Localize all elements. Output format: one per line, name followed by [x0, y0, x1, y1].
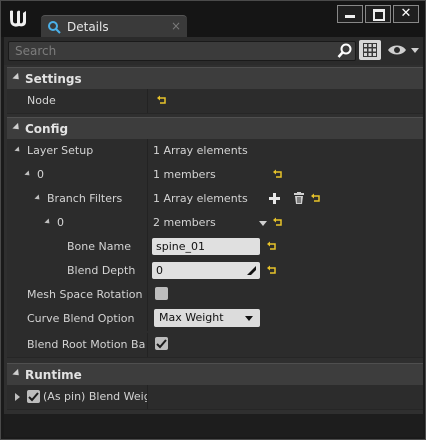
details-toolbar: Search: [4, 37, 423, 65]
row-value: 1 members: [153, 168, 216, 181]
search-input[interactable]: Search: [8, 41, 356, 61]
reset-to-default-icon[interactable]: [311, 193, 321, 203]
expand-arrow-icon[interactable]: [34, 194, 42, 202]
row-branch-filters: Branch Filters 1 Array elements: [7, 187, 423, 212]
reset-to-default-icon[interactable]: [267, 241, 277, 251]
section-runtime[interactable]: Runtime: [7, 363, 423, 386]
reset-to-default-icon[interactable]: [267, 265, 277, 275]
reset-to-default-icon[interactable]: [157, 95, 167, 105]
details-search-icon: [48, 21, 61, 34]
maximize-button[interactable]: [365, 5, 391, 23]
as-pin-checkbox[interactable]: [27, 390, 40, 403]
property-matrix-button[interactable]: [359, 40, 381, 60]
expand-arrow-icon[interactable]: [14, 146, 22, 154]
section-title: Settings: [25, 72, 82, 86]
close-button[interactable]: ✕: [393, 5, 419, 23]
collapse-arrow-icon[interactable]: [12, 72, 22, 83]
view-options-eye-icon[interactable]: [387, 42, 419, 58]
column-divider[interactable]: [147, 163, 148, 187]
column-divider[interactable]: [147, 259, 148, 283]
row-blend-depth: Blend Depth 0: [7, 259, 423, 284]
window-controls: ✕: [335, 5, 419, 23]
column-divider[interactable]: [147, 139, 148, 163]
title-bar[interactable]: Details × ✕: [1, 1, 425, 38]
checkmark-icon: [28, 392, 39, 402]
delete-all-icon[interactable]: [294, 192, 304, 204]
column-divider[interactable]: [147, 89, 148, 113]
row-label: Blend Root Motion Base: [27, 338, 145, 351]
column-divider[interactable]: [147, 187, 148, 211]
element-options-dropdown-icon[interactable]: [259, 221, 267, 226]
column-divider[interactable]: [147, 283, 148, 307]
section-title: Runtime: [25, 368, 82, 382]
spin-drag-icon[interactable]: [247, 266, 256, 275]
panel-bottom-bar: [4, 414, 423, 437]
row-label: Layer Setup: [27, 144, 94, 157]
column-divider[interactable]: [147, 333, 148, 357]
blend-depth-value: 0: [156, 264, 163, 277]
search-placeholder: Search: [15, 44, 57, 58]
row-value: 1 Array elements: [153, 144, 248, 157]
details-panel: Settings Node Config Layer Setup 1 Array…: [4, 65, 423, 414]
row-label: Blend Depth: [67, 264, 136, 277]
row-layer-setup: Layer Setup 1 Array elements: [7, 139, 423, 164]
row-label: Mesh Space Rotation Bl: [27, 288, 145, 301]
grid-icon: [363, 43, 377, 57]
collapse-arrow-icon[interactable]: [12, 368, 22, 379]
checkmark-icon: [156, 339, 167, 349]
unreal-logo-icon: [10, 10, 26, 27]
row-label: (As pin) Blend Weigh: [43, 390, 147, 403]
column-divider[interactable]: [147, 235, 148, 259]
row-value: 2 members: [153, 216, 216, 229]
curve-blend-option-dropdown[interactable]: Max Weight: [154, 309, 260, 327]
details-window: Details × ✕ Search Settings Node Config …: [0, 0, 426, 440]
blend-root-motion-checkbox[interactable]: [155, 337, 168, 350]
tab-close-icon[interactable]: ×: [171, 19, 181, 33]
row-label: Curve Blend Option: [27, 312, 135, 325]
row-bone-name: Bone Name spine_01: [7, 235, 423, 260]
row-label: 0: [37, 168, 44, 181]
row-branch-0: 0 2 members: [7, 211, 423, 236]
add-element-icon[interactable]: [269, 193, 280, 204]
column-divider[interactable]: [147, 385, 148, 409]
row-blend-root-motion: Blend Root Motion Base: [7, 333, 423, 358]
row-mesh-space-rotation: Mesh Space Rotation Bl: [7, 283, 423, 308]
row-label: Bone Name: [67, 240, 131, 253]
column-divider[interactable]: [147, 307, 148, 331]
search-icon[interactable]: [337, 43, 353, 59]
row-label: 0: [57, 216, 64, 229]
row-label: Node: [27, 94, 56, 107]
section-settings[interactable]: Settings: [7, 67, 423, 90]
row-node: Node: [7, 89, 423, 114]
bone-name-field[interactable]: spine_01: [152, 238, 260, 255]
tab-label: Details: [67, 20, 109, 34]
expand-arrow-icon[interactable]: [24, 170, 32, 178]
row-curve-blend-option: Curve Blend Option Max Weight: [7, 307, 423, 334]
tab-details[interactable]: Details ×: [41, 15, 187, 38]
row-value: 1 Array elements: [153, 192, 248, 205]
expand-arrow-icon[interactable]: [44, 218, 52, 226]
reset-to-default-icon[interactable]: [273, 169, 283, 179]
blend-depth-field[interactable]: 0: [152, 262, 260, 279]
expand-arrow-icon[interactable]: [15, 393, 20, 401]
column-divider[interactable]: [147, 211, 148, 235]
row-blend-weights: (As pin) Blend Weigh: [7, 385, 423, 410]
row-layer-0: 0 1 members: [7, 163, 423, 188]
reset-to-default-icon[interactable]: [273, 217, 283, 227]
dropdown-selected-value: Max Weight: [159, 311, 224, 324]
mesh-space-rotation-checkbox[interactable]: [155, 287, 168, 300]
minimize-button[interactable]: [337, 5, 363, 23]
section-title: Config: [25, 122, 69, 136]
row-label: Branch Filters: [47, 192, 123, 205]
section-config[interactable]: Config: [7, 117, 423, 140]
collapse-arrow-icon[interactable]: [12, 122, 22, 133]
chevron-down-icon: [245, 316, 253, 321]
